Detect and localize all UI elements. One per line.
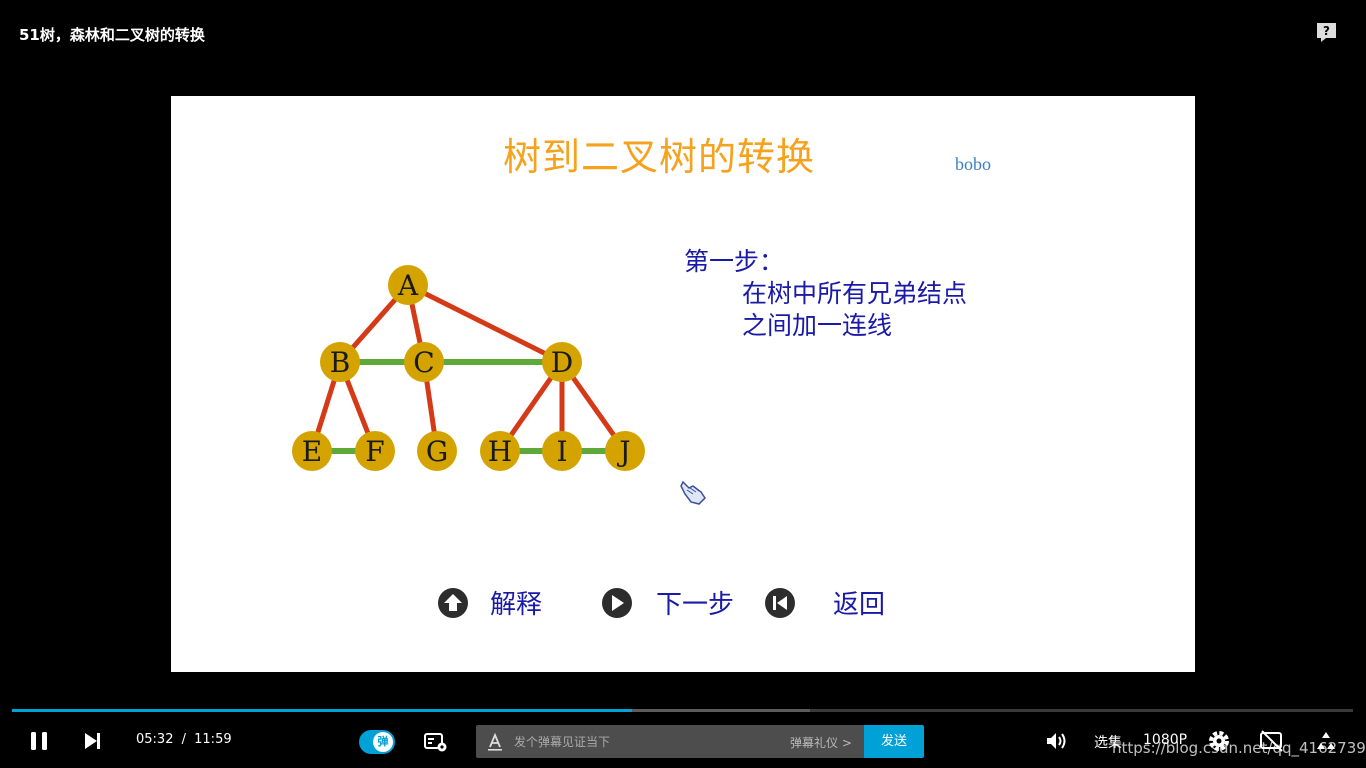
next-step-button[interactable]: 下一步	[602, 584, 734, 621]
skip-next-icon	[85, 733, 100, 749]
danmaku-input-bar: 弹幕礼仪 >	[476, 725, 864, 758]
danmaku-toggle[interactable]: 弹	[359, 730, 395, 754]
danmaku-settings-icon	[424, 733, 447, 752]
step-heading: 第一步：	[684, 247, 785, 276]
text-style-icon[interactable]	[486, 733, 504, 751]
up-arrow-icon	[438, 587, 468, 618]
play-arrow-icon	[602, 587, 632, 618]
current-time: 05:32	[136, 732, 174, 747]
time-separator: /	[181, 732, 186, 747]
svg-text:?: ?	[1323, 24, 1330, 38]
node-label-f: F	[365, 435, 384, 468]
progress-bar[interactable]	[12, 709, 1353, 712]
node-label-i: I	[556, 435, 567, 468]
node-label-d: D	[551, 346, 573, 379]
back-button[interactable]: 返回	[765, 584, 885, 621]
send-button[interactable]: 发送	[864, 725, 924, 758]
next-video-button[interactable]	[82, 730, 104, 756]
pause-button[interactable]	[28, 730, 50, 756]
explain-label: 解释	[490, 590, 543, 620]
node-label-e: E	[302, 435, 322, 468]
node-label-a: A	[397, 269, 419, 302]
next-step-label: 下一步	[656, 590, 735, 620]
node-label-j: J	[616, 435, 630, 468]
video-title: 51树，森林和二叉树的转换	[19, 26, 205, 44]
pause-icon	[31, 732, 47, 750]
danmaku-settings-button[interactable]	[424, 731, 448, 757]
back-label: 返回	[833, 590, 886, 620]
progress-played	[12, 709, 632, 712]
help-button[interactable]: ?	[1315, 21, 1338, 44]
time-display: 05:32 / 11:59	[136, 732, 232, 747]
volume-icon	[1047, 733, 1066, 749]
step-line-1: 在树中所有兄弟结点	[742, 279, 968, 308]
step-description: 第一步： 在树中所有兄弟结点 之间加一连线	[684, 246, 967, 342]
explain-button[interactable]: 解释	[438, 584, 542, 621]
question-icon: ?	[1317, 23, 1336, 42]
watermark-url: https://blog.csdn.net/qq_41627390	[1112, 739, 1366, 757]
node-label-b: B	[330, 346, 351, 379]
hand-cursor-icon	[680, 480, 706, 505]
total-time: 11:59	[194, 732, 232, 747]
danmaku-input[interactable]	[514, 725, 774, 758]
skip-back-icon	[765, 587, 795, 618]
node-label-h: H	[488, 435, 512, 468]
danmaku-toggle-label: 弹	[373, 732, 393, 752]
step-line-2: 之间加一连线	[742, 311, 893, 340]
video-frame[interactable]: 树到二叉树的转换 bobo A B C D E F G H I J 第一步： 在…	[171, 96, 1195, 672]
node-label-g: G	[426, 435, 448, 468]
node-label-c: C	[413, 346, 434, 379]
volume-button[interactable]	[1045, 730, 1069, 756]
danmaku-etiquette-link[interactable]: 弹幕礼仪 >	[790, 734, 852, 751]
